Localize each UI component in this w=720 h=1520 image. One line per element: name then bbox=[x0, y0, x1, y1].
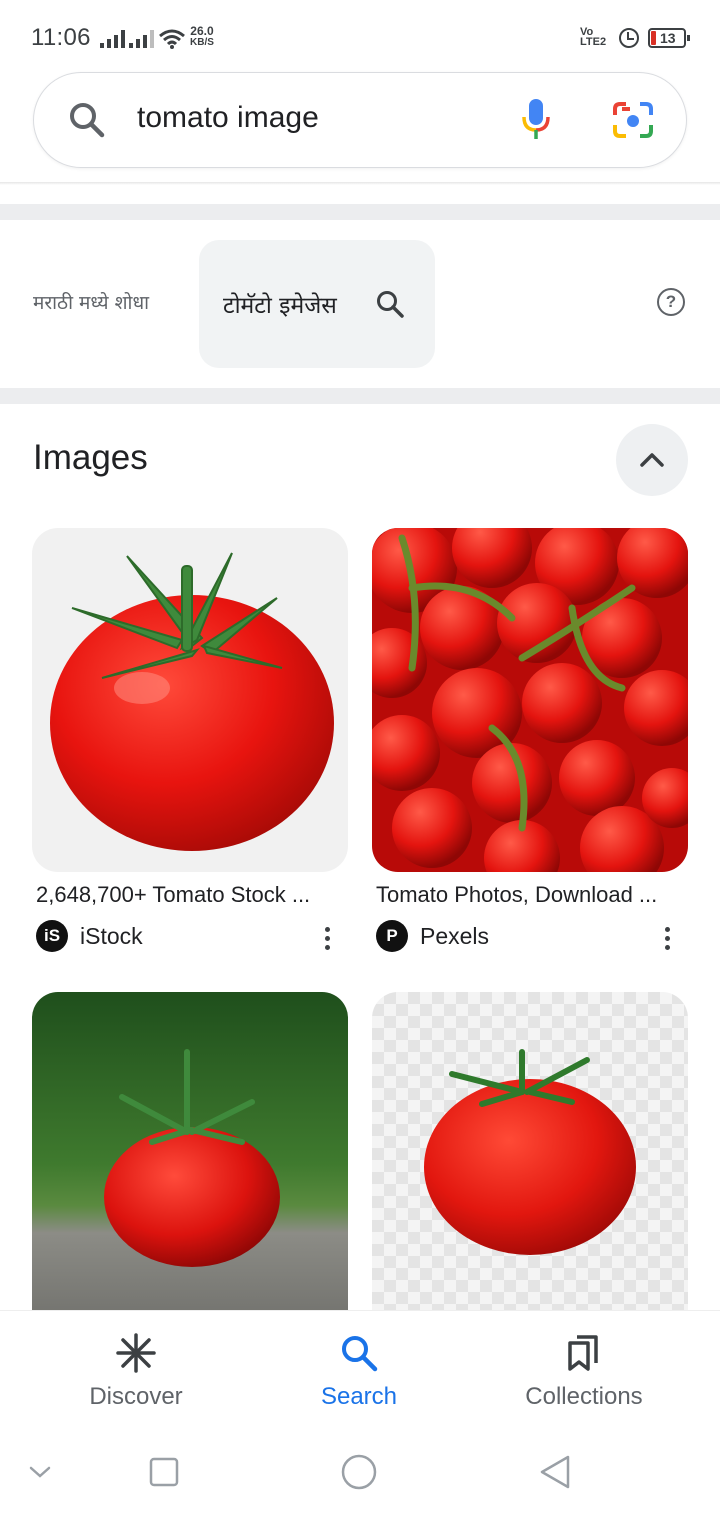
tomatoes-cluster-image bbox=[372, 528, 688, 872]
nav-discover-label: Discover bbox=[89, 1383, 183, 1410]
signal-2-icon bbox=[129, 30, 154, 48]
network-speed: 26.0 KB/S bbox=[190, 24, 214, 48]
nav-search-label: Search bbox=[320, 1383, 398, 1410]
recents-icon[interactable] bbox=[148, 1456, 180, 1488]
section-divider bbox=[0, 204, 720, 220]
bottom-navigation: Discover Search Collections bbox=[0, 1310, 720, 1432]
image-result-4[interactable] bbox=[372, 992, 688, 1336]
image-result-1-title[interactable]: 2,648,700+ Tomato Stock ... bbox=[36, 882, 346, 908]
images-heading: Images bbox=[33, 438, 148, 477]
help-icon[interactable]: ? bbox=[657, 288, 685, 316]
chevron-down-icon[interactable] bbox=[28, 1464, 52, 1480]
tomato-on-stone-image bbox=[104, 1049, 280, 1267]
system-navigation bbox=[0, 1432, 720, 1520]
translated-search-chip[interactable]: टोमॅटो इमेजेस bbox=[199, 240, 435, 368]
volte-bottom-text: LTE2 bbox=[580, 36, 607, 48]
translated-search-text: टोमॅटो इमेजेस bbox=[223, 293, 337, 319]
search-input[interactable]: tomato image bbox=[137, 101, 319, 135]
nav-search[interactable]: Search bbox=[239, 1311, 479, 1433]
alarm-icon bbox=[619, 28, 639, 48]
more-options-icon[interactable] bbox=[665, 927, 671, 951]
search-icon[interactable] bbox=[68, 101, 106, 139]
chevron-up-icon bbox=[640, 453, 664, 467]
tomato-transparent-image bbox=[424, 1049, 636, 1255]
image-result-2-title[interactable]: Tomato Photos, Download ... bbox=[376, 882, 686, 908]
wifi-icon bbox=[159, 29, 185, 49]
tomato-image bbox=[50, 552, 334, 851]
image-result-1-source[interactable]: iStock bbox=[80, 923, 143, 950]
header-divider bbox=[0, 182, 720, 185]
battery-level: 13 bbox=[660, 30, 676, 46]
search-icon bbox=[377, 291, 404, 318]
status-bar: 11:06 26.0 KB/S Vo LTE2 13 bbox=[0, 0, 720, 72]
collections-icon bbox=[568, 1335, 598, 1371]
nav-collections-label: Collections bbox=[525, 1383, 643, 1410]
battery-icon: 13 bbox=[648, 28, 690, 48]
more-options-icon[interactable] bbox=[325, 927, 331, 951]
network-speed-unit: KB/S bbox=[190, 37, 214, 48]
image-result-1[interactable] bbox=[32, 528, 348, 872]
section-divider bbox=[0, 388, 720, 404]
image-result-2-source[interactable]: Pexels bbox=[420, 923, 489, 950]
translate-label: मराठी मध्ये शोधा bbox=[33, 292, 150, 314]
image-result-2[interactable] bbox=[372, 528, 688, 872]
collapse-button[interactable] bbox=[616, 424, 688, 496]
home-icon[interactable] bbox=[340, 1453, 378, 1491]
volte-indicator: Vo LTE2 bbox=[580, 27, 607, 48]
discover-icon bbox=[116, 1333, 156, 1373]
pexels-logo-icon: P bbox=[376, 920, 408, 952]
back-icon[interactable] bbox=[538, 1454, 572, 1490]
mic-icon[interactable] bbox=[520, 97, 552, 141]
nav-discover[interactable]: Discover bbox=[16, 1311, 256, 1433]
istock-logo-icon: iS bbox=[36, 920, 68, 952]
status-time: 11:06 bbox=[31, 24, 91, 51]
nav-collections[interactable]: Collections bbox=[464, 1311, 704, 1433]
search-icon bbox=[342, 1336, 378, 1372]
signal-1-icon bbox=[100, 30, 125, 48]
network-speed-value: 26.0 bbox=[190, 24, 214, 38]
lens-icon[interactable] bbox=[612, 101, 654, 139]
search-bar[interactable]: tomato image bbox=[33, 72, 687, 168]
image-result-3[interactable] bbox=[32, 992, 348, 1336]
